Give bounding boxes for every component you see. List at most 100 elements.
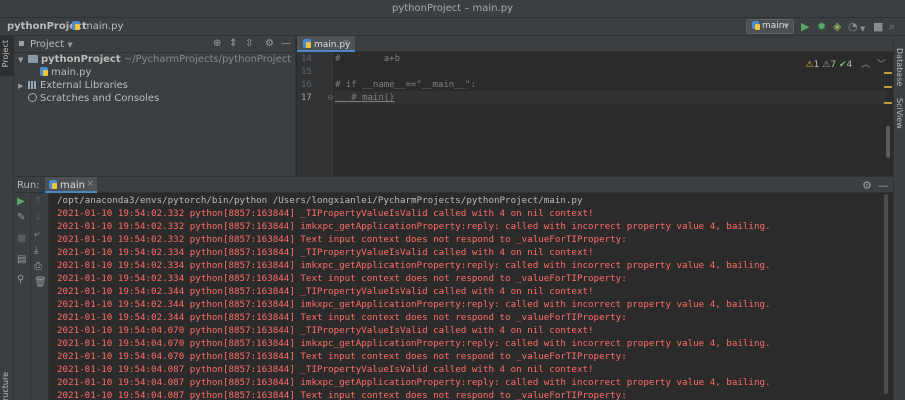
search-icon[interactable]: ⌕ [889,20,895,34]
collapse-all-icon[interactable]: ⇳ [245,38,253,49]
line-number: 14 [301,54,312,64]
pin-icon[interactable]: ⚲ [17,274,24,286]
console-error-line: 2021-01-10 19:54:04.070 python[8857:1638… [57,351,627,362]
project-name: pythonProject [41,54,121,65]
folder-icon [28,55,38,63]
rerun-icon[interactable]: ▶ [17,196,25,208]
wrench-icon[interactable]: ✎ [17,212,25,224]
gear-icon[interactable]: ⚙ [862,179,872,192]
chevron-down-icon: ▼ [18,56,24,64]
coverage-icon[interactable]: ◈ [833,20,841,34]
console-error-line: 2021-01-10 19:54:02.344 python[8857:1638… [57,286,594,297]
console-error-line: 2021-01-10 19:54:02.344 python[8857:1638… [57,299,771,310]
close-icon[interactable]: × [342,38,350,48]
line-number: 15 [301,67,312,77]
typo-count: 4 [846,60,853,70]
weak-warning-count: 7 [830,60,837,70]
print-icon[interactable]: ⎙ [34,261,42,273]
warning-icon: ⚠ [805,60,814,70]
console-command-line: /opt/anaconda3/envs/pytorch/bin/python /… [57,195,583,206]
project-tool-tab[interactable]: Project [1,40,10,67]
code-line[interactable]: # if __name__=="__main__": [335,80,476,90]
line-number: 17 [301,93,312,103]
locate-icon[interactable]: ⊕ [213,38,221,49]
code-line[interactable]: # main() [335,93,394,103]
run-configuration-select[interactable]: main ▼ [746,19,794,34]
run-console[interactable]: /opt/anaconda3/envs/pytorch/bin/python /… [50,193,893,400]
run-toolbar-secondary: ↑ ↓ ⤶ ⤓ ⎙ 🗑 [31,193,49,400]
arrow-down-icon[interactable]: ↓ [34,212,42,224]
python-file-icon [40,67,48,76]
chevron-right-icon: ▶ [18,82,24,90]
stop-icon[interactable]: ■ [17,233,26,245]
title-bar: pythonProject – main.py [0,0,905,18]
chevron-down-icon[interactable]: ▼ [860,22,865,36]
tab-run-main[interactable]: main × [45,177,97,193]
tab-main-py[interactable]: main.py × [297,36,355,52]
chevron-up-icon[interactable]: ︿ [861,60,870,70]
tree-item-project-root[interactable]: ▼ pythonProject ~/PycharmProjects/pythonP… [18,54,291,67]
console-error-line: 2021-01-10 19:54:02.334 python[8857:1638… [57,260,771,271]
warning-count: 1 [813,60,820,70]
current-line-highlight [334,91,887,104]
database-tool-tab[interactable]: Database [895,48,904,86]
line-number-gutter: 14 15 16 17 [297,52,333,176]
python-file-icon [752,21,760,30]
tree-item-external-libraries[interactable]: ▶ External Libraries [18,80,128,93]
expand-all-icon[interactable]: ⇕ [229,38,237,49]
tree-item-main-py[interactable]: main.py [40,67,91,80]
console-error-line: 2021-01-10 19:54:02.332 python[8857:1638… [57,234,627,245]
error-stripe-marker[interactable] [884,86,892,88]
profile-icon[interactable]: ◔ [848,20,858,34]
error-stripe-marker[interactable] [884,72,892,74]
project-panel: ▪ Project ▼ ⊕ ⇕ ⇳ ⚙ — ▼ pythonProject ~/P… [14,36,296,176]
library-icon [28,81,37,89]
navigation-bar: pythonProject › main.py main ▼ ▶ ✹ ◈ ◔ ▼… [0,18,905,36]
console-scrollbar[interactable] [884,194,888,394]
arrow-up-icon[interactable]: ↑ [34,196,42,208]
scroll-to-end-icon[interactable]: ⤓ [34,245,38,257]
hide-icon[interactable]: — [878,179,889,192]
trash-icon[interactable]: 🗑 [34,277,47,289]
error-stripe-marker[interactable] [884,102,892,104]
python-file-icon [72,21,80,30]
breadcrumb-separator-icon: › [64,20,68,31]
project-panel-title[interactable]: Project ▼ [30,39,73,50]
tree-item-scratches[interactable]: Scratches and Consoles [28,93,159,106]
fold-marker-icon[interactable]: ⊖ [327,93,334,102]
inspection-widget[interactable]: ⚠1 ⚠7 ✔4 ︿ ﹀ [806,57,886,70]
console-error-line: 2021-01-10 19:54:02.332 python[8857:1638… [57,208,594,219]
console-error-line: 2021-01-10 19:54:04.070 python[8857:1638… [57,325,594,336]
python-file-icon [49,180,57,189]
project-path: ~/PycharmProjects/pythonProject [123,54,292,65]
line-number: 16 [301,80,312,90]
editor-scrollbar[interactable] [886,126,890,158]
run-icon[interactable]: ▶ [801,20,809,34]
python-file-icon [303,39,311,48]
layout-icon[interactable]: ▤ [17,254,26,266]
soft-wrap-icon[interactable]: ⤶ [34,229,40,241]
chevron-down-icon[interactable]: ﹀ [877,60,886,70]
scratches-icon [28,93,37,102]
structure-tool-tab[interactable]: Structure [1,372,10,400]
window-title: pythonProject – main.py [392,3,513,14]
tree-item-label: External Libraries [40,80,128,91]
console-error-line: 2021-01-10 19:54:04.087 python[8857:1638… [57,390,627,400]
editor-tab-bar: main.py × [297,36,893,52]
run-tab-label: main [60,180,85,191]
console-error-line: 2021-01-10 19:54:04.070 python[8857:1638… [57,338,771,349]
tree-item-label: main.py [51,67,92,78]
tree-item-label: Scratches and Consoles [40,93,160,104]
close-icon[interactable]: × [86,179,94,189]
editor: main.py × 14 15 16 17 ⊖ # a+b # if __nam… [297,36,893,176]
folder-icon: ▪ [18,38,25,49]
sciview-tool-tab[interactable]: SciView [895,98,904,129]
debug-icon[interactable]: ✹ [817,20,826,34]
hide-icon[interactable]: — [281,38,291,49]
code-line[interactable]: # a+b [335,54,400,64]
breadcrumb-file[interactable]: main.py [72,21,123,32]
gear-icon[interactable]: ⚙ [265,38,274,49]
run-panel-header: Run: main × ⚙ — [14,176,893,193]
console-error-line: 2021-01-10 19:54:02.344 python[8857:1638… [57,312,627,323]
stop-icon[interactable]: ■ [873,20,883,34]
